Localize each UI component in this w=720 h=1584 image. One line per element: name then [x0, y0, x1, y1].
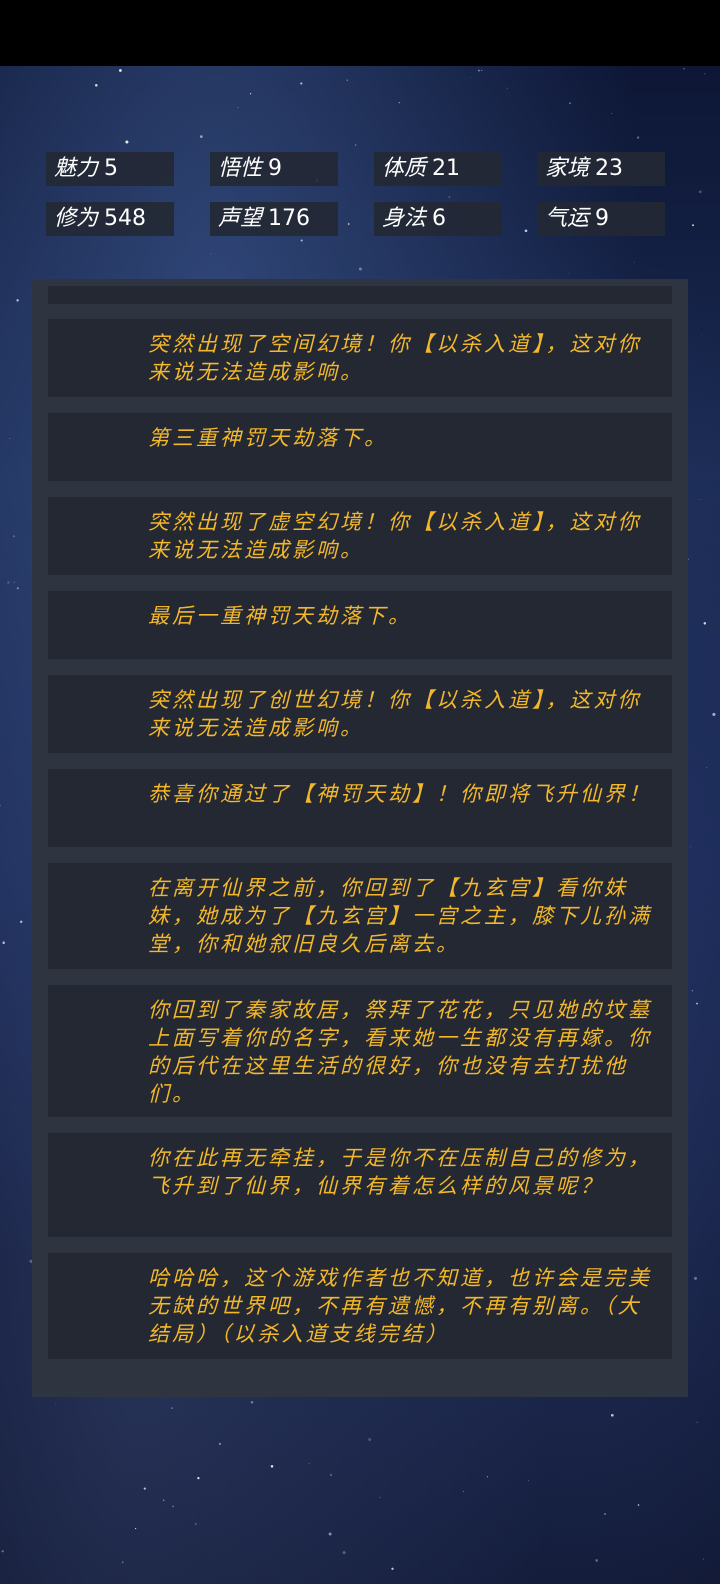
- log-entry: 在离开仙界之前，你回到了【九玄宫】看你妹妹，她成为了【九玄宫】一宫之主，膝下儿孙…: [48, 863, 672, 969]
- stat-label: 声望: [218, 206, 263, 231]
- stat-label: 体质: [382, 156, 427, 181]
- log-entry-text: 第三重神罚天劫落下。: [148, 426, 388, 450]
- log-entry-text: 你在此再无牵挂，于是你不在压制自己的修为，飞升到了仙界，仙界有着怎么样的风景呢？: [148, 1146, 652, 1198]
- stat-value: 9: [595, 206, 610, 231]
- stat-value: 23: [595, 156, 624, 181]
- stat-value: 9: [268, 156, 283, 181]
- stat-value: 21: [432, 156, 461, 181]
- log-entry-text: 突然出现了虚空幻境！你【以杀入道】，这对你来说无法造成影响。: [148, 510, 642, 562]
- log-entry: 突然出现了空间幻境！你【以杀入道】，这对你来说无法造成影响。: [48, 319, 672, 397]
- stat-luck: 气运 9: [537, 202, 665, 236]
- log-entry: 你回到了秦家故居，祭拜了花花，只见她的坟墓上面写着你的名字，看来她一生都没有再嫁…: [48, 985, 672, 1117]
- log-entry-text: 在离开仙界之前，你回到了【九玄宫】看你妹妹，她成为了【九玄宫】一宫之主，膝下儿孙…: [148, 876, 652, 956]
- stat-label: 悟性: [218, 156, 263, 181]
- stat-label: 魅力: [54, 156, 99, 181]
- stat-value: 5: [104, 156, 119, 181]
- stat-value: 6: [432, 206, 447, 231]
- stat-cultivation: 修为 548: [46, 202, 174, 236]
- log-entry: 你在此再无牵挂，于是你不在压制自己的修为，飞升到了仙界，仙界有着怎么样的风景呢？: [48, 1133, 672, 1237]
- log-entry-text: 你回到了秦家故居，祭拜了花花，只见她的坟墓上面写着你的名字，看来她一生都没有再嫁…: [148, 998, 652, 1106]
- stat-family: 家境 23: [537, 152, 665, 186]
- stat-label: 身法: [382, 206, 427, 231]
- log-entry: 突然出现了创世幻境！你【以杀入道】，这对你来说无法造成影响。: [48, 675, 672, 753]
- stat-reputation: 声望 176: [210, 202, 338, 236]
- log-entry-text: 恭喜你通过了【神罚天劫】！你即将飞升仙界！: [148, 782, 652, 806]
- log-entry-text: 哈哈哈，这个游戏作者也不知道，也许会是完美无缺的世界吧，不再有遗憾，不再有别离。…: [148, 1266, 652, 1346]
- stat-label: 修为: [54, 206, 99, 231]
- log-entry: [48, 286, 672, 304]
- stat-charm: 魅力 5: [46, 152, 174, 186]
- log-entry: 恭喜你通过了【神罚天劫】！你即将飞升仙界！: [48, 769, 672, 847]
- stat-comprehension: 悟性 9: [210, 152, 338, 186]
- log-entry-text: 最后一重神罚天劫落下。: [148, 604, 412, 628]
- stat-value: 548: [104, 206, 147, 231]
- stat-label: 气运: [545, 206, 590, 231]
- status-bar: [0, 0, 720, 66]
- log-entry: 最后一重神罚天劫落下。: [48, 591, 672, 659]
- event-log-panel[interactable]: 突然出现了空间幻境！你【以杀入道】，这对你来说无法造成影响。 第三重神罚天劫落下…: [32, 279, 688, 1397]
- stat-constitution: 体质 21: [374, 152, 502, 186]
- log-entry-text: 突然出现了空间幻境！你【以杀入道】，这对你来说无法造成影响。: [148, 332, 642, 384]
- log-entry-text: 突然出现了创世幻境！你【以杀入道】，这对你来说无法造成影响。: [148, 688, 642, 740]
- log-entry: 第三重神罚天劫落下。: [48, 413, 672, 481]
- log-entry: 突然出现了虚空幻境！你【以杀入道】，这对你来说无法造成影响。: [48, 497, 672, 575]
- stat-value: 176: [268, 206, 311, 231]
- log-entry: 哈哈哈，这个游戏作者也不知道，也许会是完美无缺的世界吧，不再有遗憾，不再有别离。…: [48, 1253, 672, 1359]
- stat-label: 家境: [545, 156, 590, 181]
- stat-agility: 身法 6: [374, 202, 502, 236]
